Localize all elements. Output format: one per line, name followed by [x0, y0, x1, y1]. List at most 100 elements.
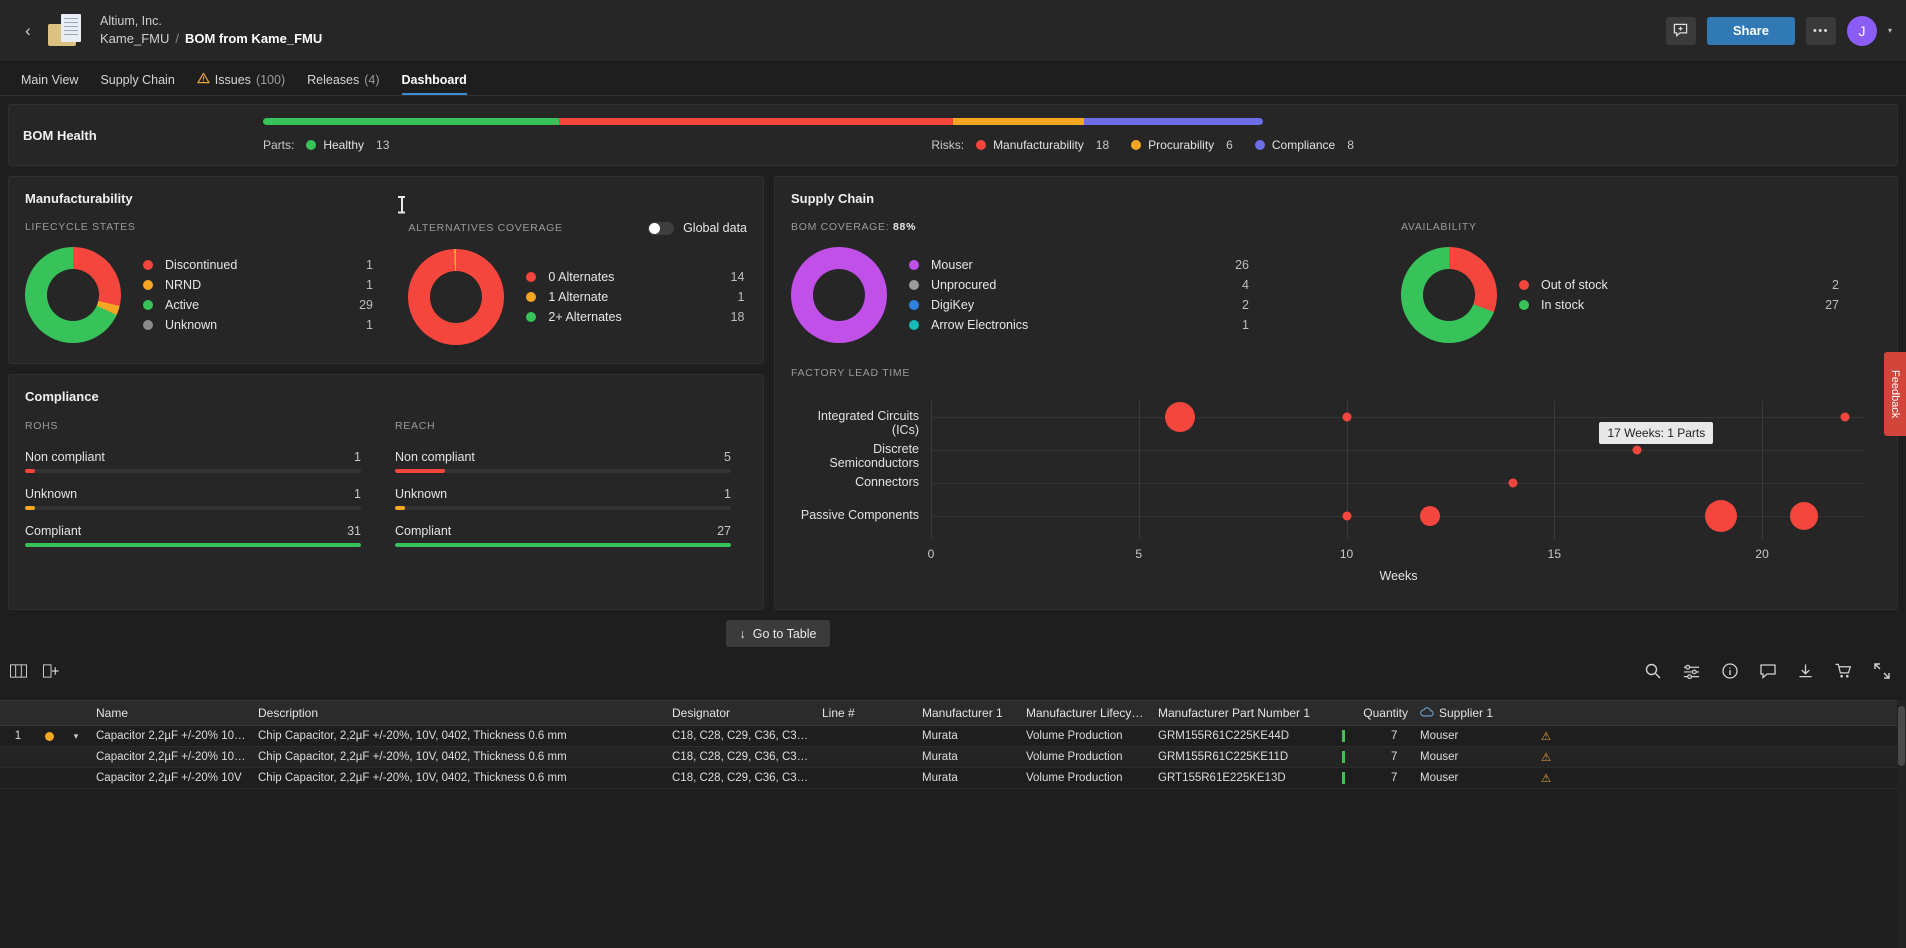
coverage-legend-item[interactable]: Arrow Electronics 1: [909, 315, 1249, 335]
table-cell-expand[interactable]: ▾: [62, 731, 90, 742]
table-header-cell[interactable]: Manufacturer 1: [916, 706, 1020, 720]
expand-icon[interactable]: [1874, 663, 1890, 679]
table-header-cell[interactable]: Manufacturer Lifecycle 1: [1020, 706, 1152, 720]
coverage-legend-item[interactable]: Unprocured4: [909, 275, 1249, 295]
comment-add-icon[interactable]: [1666, 17, 1696, 45]
lead-time-bubble[interactable]: [1633, 446, 1642, 455]
alternatives-legend-item[interactable]: 2+ Alternates18: [526, 307, 744, 327]
compliance-item[interactable]: Compliant27: [395, 524, 731, 547]
table-cell-supplier: Mouser: [1414, 772, 1526, 784]
lifecycle-legend-item[interactable]: NRND1: [143, 275, 373, 295]
compliance-item-header: Non compliant1: [25, 450, 361, 464]
lead-time-bubble[interactable]: [1508, 479, 1517, 488]
risks-legend-item-compliance[interactable]: Compliance8: [1255, 138, 1354, 152]
compliance-item[interactable]: Unknown1: [25, 487, 361, 510]
table-header-cell[interactable]: Description: [252, 706, 666, 720]
table-header-cell[interactable]: Manufacturer Part Number 1: [1152, 706, 1336, 720]
health-segment-healthy[interactable]: [263, 118, 559, 125]
table-row[interactable]: 1▾Capacitor 2,2µF +/-20% 10V ...Chip Cap…: [0, 726, 1906, 747]
risks-legend-item-manufacturability[interactable]: Manufacturability18: [976, 138, 1109, 152]
tab-main-view[interactable]: Main View: [10, 73, 89, 95]
risks-legend-item-procurability[interactable]: Procurability6: [1131, 138, 1233, 152]
table-header-cell[interactable]: Designator: [666, 706, 816, 720]
alternatives-donut-chart: [408, 249, 504, 345]
comment-icon[interactable]: [1760, 664, 1776, 679]
lead-time-x-tick: 5: [1135, 547, 1142, 561]
cloud-icon: [1420, 706, 1434, 720]
table-header-cell[interactable]: Name: [90, 706, 252, 720]
parts-legend-item-healthy[interactable]: Healthy13: [306, 138, 389, 152]
table-cell-warn[interactable]: ⚠: [1526, 729, 1566, 743]
download-icon[interactable]: [1798, 663, 1813, 679]
factory-lead-time-label: FACTORY LEAD TIME: [791, 367, 1881, 379]
legend-dot-icon: [306, 140, 316, 150]
breadcrumb-parent[interactable]: Kame_FMU: [100, 30, 169, 48]
lead-time-bubble[interactable]: [1165, 402, 1195, 432]
compliance-item[interactable]: Non compliant1: [25, 450, 361, 473]
coverage-legend-item[interactable]: DigiKey2: [909, 295, 1249, 315]
table-cell-quantity: 7: [1336, 751, 1414, 763]
warning-icon[interactable]: ⚠: [1541, 773, 1551, 785]
table-cell-quantity: 7: [1336, 730, 1414, 742]
lead-time-x-tick: 15: [1548, 547, 1561, 561]
table-header-cell[interactable]: Quantity: [1336, 706, 1414, 720]
toggle-track[interactable]: [648, 222, 674, 235]
table-row[interactable]: Capacitor 2,2µF +/-20% 10V ...Chip Capac…: [0, 747, 1906, 768]
legend-name: Healthy: [323, 138, 364, 152]
tab-label: Releases: [307, 73, 359, 87]
health-segment-compliance[interactable]: [1084, 118, 1263, 125]
feedback-tab[interactable]: Feedback: [1884, 352, 1906, 436]
lifecycle-legend-item[interactable]: Active29: [143, 295, 373, 315]
column-layout-icon[interactable]: [10, 664, 27, 678]
lifecycle-legend-item[interactable]: Unknown1: [143, 315, 373, 335]
add-column-icon[interactable]: [43, 664, 60, 678]
table-header-cell[interactable]: Line #: [816, 706, 916, 720]
filter-icon[interactable]: [1683, 663, 1700, 679]
health-segment-manufacturability[interactable]: [559, 118, 953, 125]
lead-time-bubble[interactable]: [1790, 502, 1818, 530]
tab-issues[interactable]: Issues(100): [186, 72, 296, 95]
legend-value: 1: [1219, 318, 1249, 332]
avatar[interactable]: J: [1847, 16, 1877, 46]
tab-supply-chain[interactable]: Supply Chain: [89, 73, 185, 95]
lifecycle-legend-item[interactable]: Discontinued1: [143, 255, 373, 275]
table-vertical-scrollbar[interactable]: [1897, 700, 1906, 948]
go-to-table-button[interactable]: ↓ Go to Table: [726, 620, 830, 647]
back-button[interactable]: ‹: [14, 17, 42, 45]
health-segment-procurability[interactable]: [953, 118, 1084, 125]
search-icon[interactable]: [1645, 663, 1661, 679]
lead-time-bubble[interactable]: [1342, 413, 1351, 422]
table-cell-warn[interactable]: ⚠: [1526, 750, 1566, 764]
availability-legend-item[interactable]: Out of stock2: [1519, 275, 1839, 295]
tab-dashboard[interactable]: Dashboard: [391, 73, 478, 95]
warning-icon[interactable]: ⚠: [1541, 752, 1551, 764]
share-button[interactable]: Share: [1707, 17, 1795, 45]
lead-time-bubble[interactable]: [1705, 500, 1737, 532]
legend-dot-icon: [976, 140, 986, 150]
global-data-toggle[interactable]: Global data: [648, 221, 747, 235]
lead-time-bubble[interactable]: [1420, 506, 1440, 526]
alternatives-legend-item[interactable]: 1 Alternate1: [526, 287, 744, 307]
lead-time-bubble[interactable]: [1841, 413, 1850, 422]
cart-icon[interactable]: [1835, 663, 1852, 679]
table-cell-name: Capacitor 2,2µF +/-20% 10V ...: [90, 751, 252, 763]
coverage-legend-item[interactable]: Mouser26: [909, 255, 1249, 275]
compliance-item[interactable]: Compliant31: [25, 524, 361, 547]
scrollbar-thumb[interactable]: [1898, 706, 1905, 766]
info-icon[interactable]: [1722, 663, 1738, 679]
warning-icon[interactable]: ⚠: [1541, 731, 1551, 743]
table-row[interactable]: Capacitor 2,2µF +/-20% 10VChip Capacitor…: [0, 768, 1906, 789]
compliance-item[interactable]: Unknown1: [395, 487, 731, 510]
lead-time-bubble[interactable]: [1342, 512, 1351, 521]
alternatives-legend-item[interactable]: 0 Alternates14: [526, 267, 744, 287]
table-cell-warn[interactable]: ⚠: [1526, 771, 1566, 785]
availability-legend-item[interactable]: In stock27: [1519, 295, 1839, 315]
tab-releases[interactable]: Releases(4): [296, 73, 390, 95]
text-cursor: [398, 196, 405, 213]
table-header-cell[interactable]: Supplier 1: [1414, 706, 1526, 720]
compliance-item-track: [395, 469, 731, 473]
chevron-down-icon[interactable]: ▾: [1888, 26, 1892, 35]
more-options-button[interactable]: •••: [1806, 17, 1836, 45]
legend-name: Arrow Electronics: [931, 318, 1028, 332]
compliance-item[interactable]: Non compliant5: [395, 450, 731, 473]
